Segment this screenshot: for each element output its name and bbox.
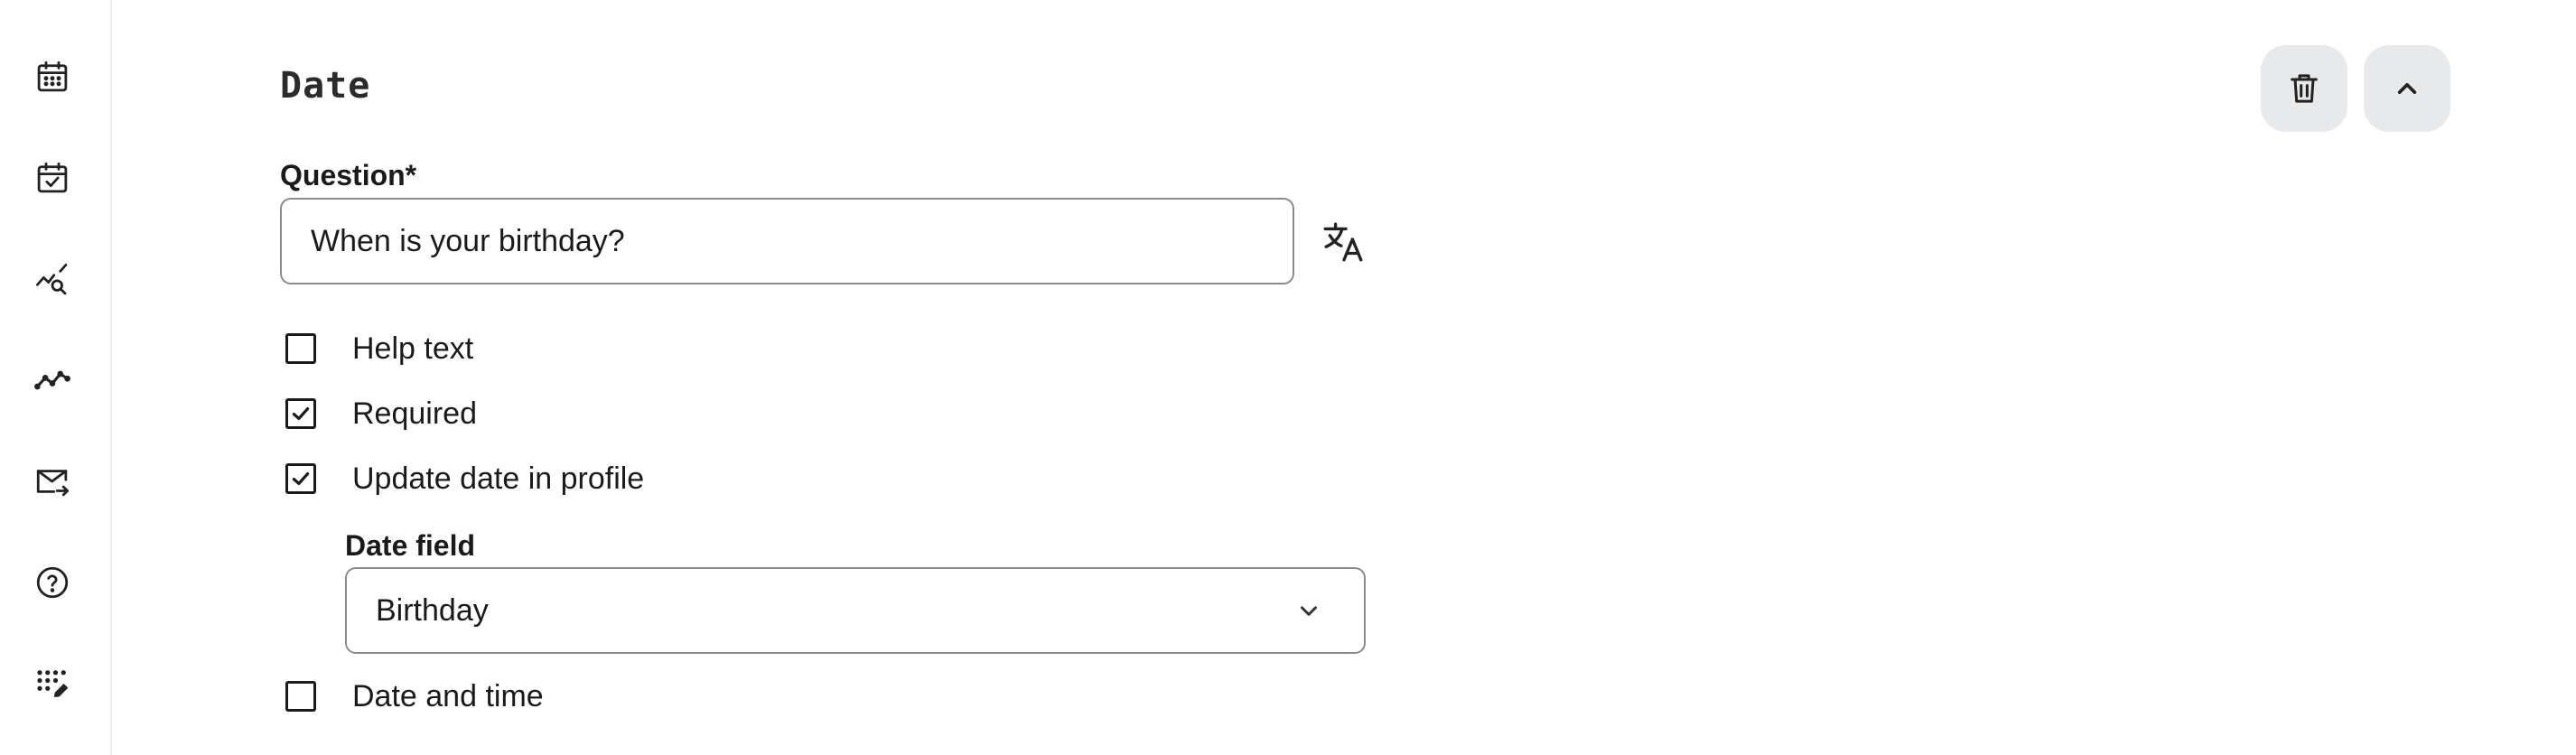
date-and-time-option[interactable]: Date and time xyxy=(285,676,544,716)
calendar-grid-icon xyxy=(37,61,68,92)
calendar-check-icon xyxy=(37,162,68,193)
sidebar-item-calendar-check[interactable] xyxy=(20,145,85,210)
date-field-label: Date field xyxy=(345,529,476,562)
trend-line-icon xyxy=(34,370,70,390)
date-field-value: Birthday xyxy=(376,592,489,628)
date-field-select[interactable]: Birthday xyxy=(345,567,1366,654)
sidebar-item-help[interactable] xyxy=(20,550,85,615)
update-profile-label: Update date in profile xyxy=(352,461,645,496)
app-root: Date Question* Help text xyxy=(0,0,2576,755)
sidebar-item-mail[interactable] xyxy=(20,449,85,514)
collapse-button[interactable] xyxy=(2364,45,2450,132)
question-label: Question* xyxy=(280,159,417,191)
dots-pencil-icon xyxy=(37,670,69,697)
chart-search-icon xyxy=(35,263,68,295)
mail-forward-icon xyxy=(36,470,70,497)
question-input[interactable] xyxy=(280,198,1294,284)
sidebar-item-trends[interactable] xyxy=(20,348,85,413)
date-and-time-label: Date and time xyxy=(352,678,544,713)
help-text-checkbox[interactable] xyxy=(285,333,316,364)
required-option[interactable]: Required xyxy=(285,394,477,433)
update-profile-checkbox[interactable] xyxy=(285,463,316,494)
translate-button[interactable] xyxy=(1319,217,1369,267)
chevron-down-icon xyxy=(1301,606,1317,616)
sidebar xyxy=(0,0,112,755)
trash-icon xyxy=(2291,74,2318,103)
update-profile-option[interactable]: Update date in profile xyxy=(285,459,644,499)
sidebar-item-calendar[interactable] xyxy=(20,44,85,109)
delete-button[interactable] xyxy=(2261,45,2347,132)
help-text-label: Help text xyxy=(352,331,474,366)
translate-icon xyxy=(1323,222,1363,262)
checkmark-icon xyxy=(292,471,310,486)
help-circle-icon xyxy=(36,566,69,599)
date-and-time-checkbox[interactable] xyxy=(285,681,316,712)
section-title: Date xyxy=(280,65,371,107)
chevron-up-icon xyxy=(2397,83,2417,94)
required-label: Required xyxy=(352,396,477,431)
sidebar-item-analytics[interactable] xyxy=(20,247,85,312)
sidebar-item-customize[interactable] xyxy=(20,651,85,716)
checkmark-icon xyxy=(292,406,310,421)
help-text-option[interactable]: Help text xyxy=(285,329,473,368)
required-checkbox[interactable] xyxy=(285,398,316,429)
